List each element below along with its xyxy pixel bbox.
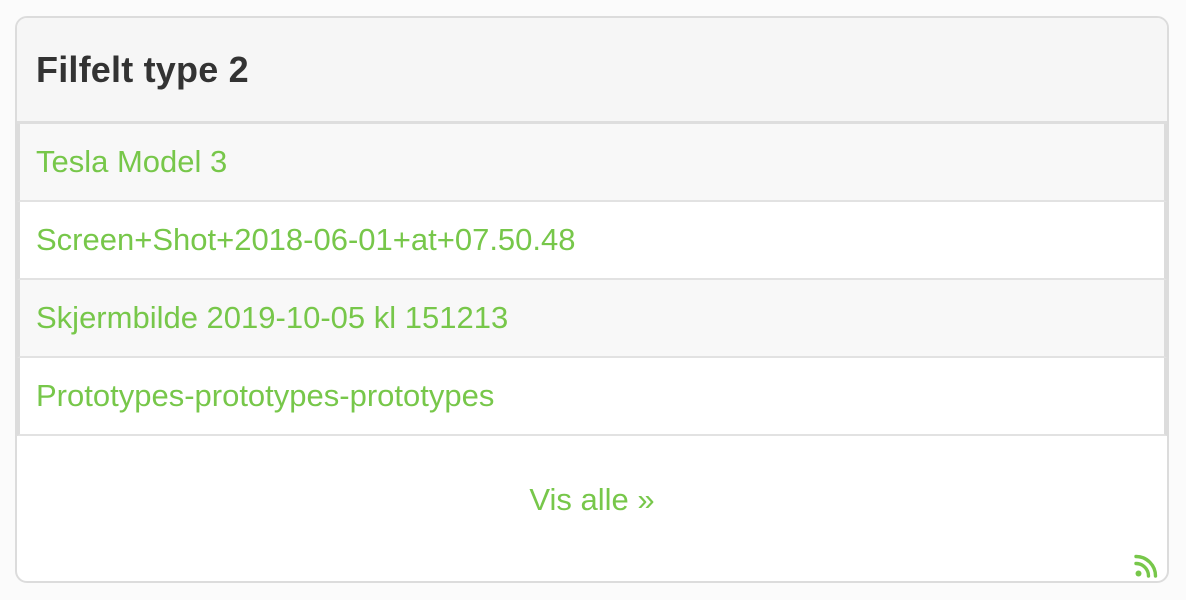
list-item: Skjermbilde 2019-10-05 kl 151213 — [17, 280, 1167, 358]
list-item: Prototypes-prototypes-prototypes — [17, 358, 1167, 436]
rss-feed-link[interactable] — [1134, 554, 1158, 578]
panel-title: Filfelt type 2 — [36, 48, 249, 90]
list-item: Tesla Model 3 — [17, 124, 1167, 202]
panel-header: Filfelt type 2 — [17, 18, 1167, 124]
rss-icon — [1134, 554, 1158, 578]
file-link[interactable]: Prototypes-prototypes-prototypes — [36, 378, 494, 414]
file-link[interactable]: Skjermbilde 2019-10-05 kl 151213 — [36, 300, 508, 336]
file-link[interactable]: Screen+Shot+2018-06-01+at+07.50.48 — [36, 222, 576, 258]
file-link[interactable]: Tesla Model 3 — [36, 144, 227, 180]
file-panel: Filfelt type 2 Tesla Model 3 Screen+Shot… — [15, 16, 1169, 583]
panel-footer: Vis alle » — [17, 436, 1167, 581]
file-list: Tesla Model 3 Screen+Shot+2018-06-01+at+… — [17, 124, 1167, 436]
list-item: Screen+Shot+2018-06-01+at+07.50.48 — [17, 202, 1167, 280]
show-all-link[interactable]: Vis alle » — [17, 482, 1167, 518]
